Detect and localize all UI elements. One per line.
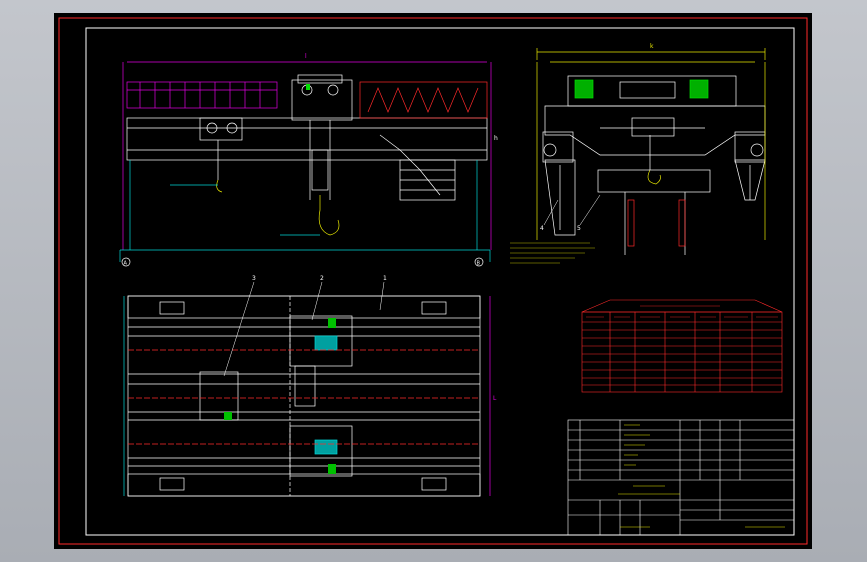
cad-viewport[interactable]: l h A B k 4 5 L 1 2 3 [0, 0, 867, 562]
grid-mark-b: B [477, 261, 481, 267]
balloon-3: 3 [252, 275, 256, 282]
drawing-sheet: l h A B k 4 5 L 1 2 3 [54, 13, 812, 549]
balloon-1: 1 [383, 275, 387, 282]
grid-mark-a: A [124, 261, 128, 267]
balloon-5: 5 [577, 225, 581, 232]
dim-right-width: k [650, 43, 654, 50]
balloon-4: 4 [540, 225, 544, 232]
balloon-2: 2 [320, 275, 324, 282]
dim-rail-height: h [494, 135, 498, 142]
